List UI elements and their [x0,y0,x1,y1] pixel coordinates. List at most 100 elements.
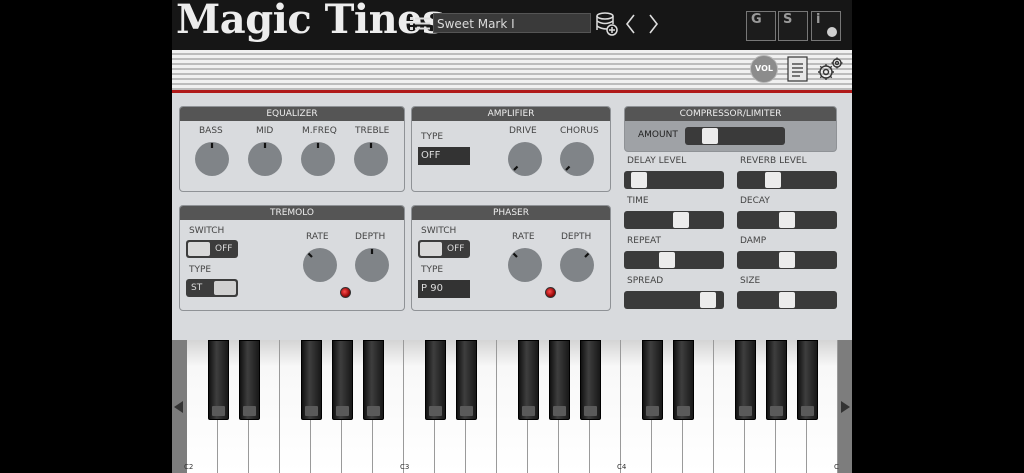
gear-icon[interactable] [816,55,844,83]
tremolo-switch-state: OFF [215,244,233,254]
note-label-c4: C4 [617,463,627,471]
chevron-left-icon[interactable] [624,12,636,36]
black-key[interactable] [424,340,446,420]
g-button[interactable]: G [746,11,776,41]
black-key[interactable] [672,340,694,420]
black-key[interactable] [517,340,539,420]
damp-slider[interactable] [737,251,837,269]
amount-slider-thumb[interactable] [701,128,718,144]
black-key[interactable] [238,340,260,420]
black-key[interactable] [796,340,818,420]
amp-type-label: TYPE [421,132,444,142]
time-slider[interactable] [624,211,724,229]
phaser-switch-label: SWITCH [421,226,457,236]
reverb-level-slider[interactable] [737,171,837,189]
reverb-level-slider-thumb[interactable] [764,172,781,188]
tremolo-switch-toggle[interactable]: OFF [186,240,238,258]
tremolo-type-toggle[interactable]: ST [186,279,238,297]
drive-knob[interactable] [507,141,543,177]
tremolo-led [340,287,351,298]
black-key[interactable] [455,340,477,420]
tremolo-depth-label: DEPTH [355,232,386,242]
database-add-icon[interactable] [596,12,618,36]
phaser-rate-knob[interactable] [507,247,543,283]
mfreq-knob[interactable] [300,141,336,177]
s-button[interactable]: S [778,11,808,41]
info-button[interactable]: i [811,11,841,41]
reverb-level-label: REVERB LEVEL [740,156,807,166]
treble-knob[interactable] [353,141,389,177]
equalizer-title: EQUALIZER [180,107,404,121]
tremolo-depth-knob[interactable] [354,247,390,283]
note-label-c5: C [834,463,839,471]
phaser-panel: PHASER SWITCH OFF TYPE P 90 RATE DEPTH [411,205,611,311]
bass-knob[interactable] [194,141,230,177]
phaser-switch-toggle[interactable]: OFF [418,240,470,258]
app-title: Magic Tines [176,0,445,43]
document-icon[interactable] [787,56,808,82]
amount-slider[interactable] [685,127,785,145]
chevron-right-icon[interactable] [648,12,660,36]
spread-slider-thumb[interactable] [699,292,716,308]
delay-level-label: DELAY LEVEL [627,156,687,166]
tremolo-type-knob [214,281,236,295]
tremolo-type-label: TYPE [189,265,212,275]
phaser-led [545,287,556,298]
tremolo-type-state: ST [191,283,203,293]
decay-label: DECAY [740,196,770,206]
delay-level-slider-thumb[interactable] [630,172,647,188]
damp-label: DAMP [740,236,767,246]
preset-name-field[interactable]: Sweet Mark I [433,13,591,33]
phaser-depth-label: DEPTH [561,232,592,242]
amp-type-display[interactable]: OFF [418,147,470,165]
phaser-rate-label: RATE [512,232,535,242]
repeat-slider-thumb[interactable] [659,252,676,268]
black-key[interactable] [641,340,663,420]
black-key[interactable] [548,340,570,420]
chorus-label: CHORUS [560,126,599,136]
size-slider-thumb[interactable] [779,292,795,308]
phaser-title: PHASER [412,206,610,220]
mfreq-label: M.FREQ [302,126,337,136]
black-key[interactable] [300,340,322,420]
black-key[interactable] [765,340,787,420]
tremolo-switch-knob [188,242,210,256]
black-key[interactable] [579,340,601,420]
damp-slider-thumb[interactable] [779,252,795,268]
amplifier-title: AMPLIFIER [412,107,610,121]
black-key[interactable] [362,340,384,420]
volume-button[interactable]: VOL [750,55,778,83]
black-key[interactable] [207,340,229,420]
tremolo-rate-knob[interactable] [302,247,338,283]
phaser-depth-knob[interactable] [559,247,595,283]
black-key[interactable] [734,340,756,420]
phaser-type-label: TYPE [421,265,444,275]
list-icon[interactable] [410,16,430,31]
repeat-slider[interactable] [624,251,724,269]
header-bar: Magic Tines Sweet Mark I G S i [172,0,852,50]
chorus-knob[interactable] [559,141,595,177]
compressor-panel: COMPRESSOR/LIMITER AMOUNT [624,106,837,152]
tremolo-title: TREMOLO [180,206,404,220]
repeat-label: REPEAT [627,236,662,246]
amplifier-panel: AMPLIFIER TYPE OFF DRIVE CHORUS [411,106,611,192]
spread-slider[interactable] [624,291,724,309]
scroll-right-arrow-icon[interactable] [841,401,850,413]
bass-label: BASS [199,126,223,136]
delay-level-slider[interactable] [624,171,724,189]
tremolo-panel: TREMOLO SWITCH OFF TYPE ST RATE DEPTH [179,205,405,311]
magic-tines-app: Magic Tines Sweet Mark I G S i VOL EQUAL… [172,0,852,473]
tremolo-rate-label: RATE [306,232,329,242]
scroll-left-arrow-icon[interactable] [174,401,183,413]
drive-label: DRIVE [509,126,537,136]
info-button-label: i [816,12,821,27]
phaser-type-display[interactable]: P 90 [418,280,470,298]
decay-slider-thumb[interactable] [779,212,795,228]
size-slider[interactable] [737,291,837,309]
tremolo-switch-label: SWITCH [189,226,225,236]
mid-knob[interactable] [247,141,283,177]
time-label: TIME [627,196,649,206]
decay-slider[interactable] [737,211,837,229]
black-key[interactable] [331,340,353,420]
time-slider-thumb[interactable] [672,212,689,228]
